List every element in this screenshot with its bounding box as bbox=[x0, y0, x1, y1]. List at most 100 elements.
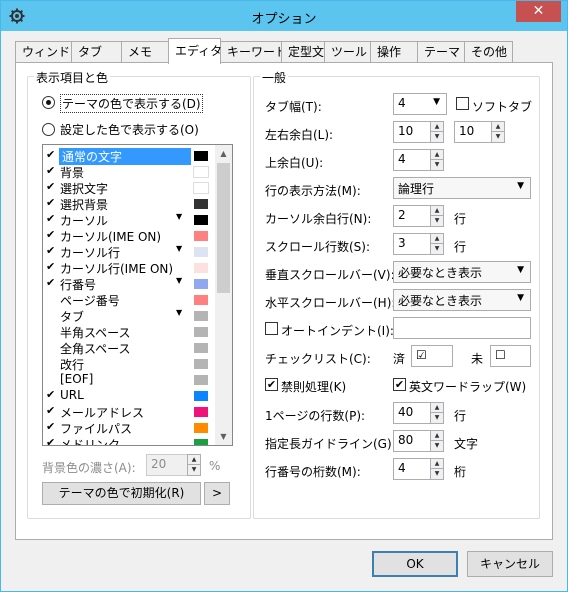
checkmark-icon[interactable]: ✔ bbox=[46, 180, 55, 193]
right-margin-spinner[interactable]: ▲ ▼ bbox=[491, 121, 505, 143]
color-swatch[interactable] bbox=[193, 182, 209, 194]
left-margin-input[interactable]: 10 bbox=[393, 121, 431, 143]
reset-theme-color-button[interactable]: テーマの色で初期化(R) bbox=[42, 482, 201, 505]
title-bar[interactable]: オプション ✕ bbox=[1, 1, 567, 31]
checkmark-icon[interactable]: ✔ bbox=[46, 420, 55, 433]
list-item[interactable]: ✔ カーソル ▼ bbox=[43, 212, 215, 228]
color-swatch[interactable] bbox=[193, 374, 209, 386]
scroll-lines-input[interactable]: 3 bbox=[393, 233, 431, 255]
list-scrollbar[interactable]: ▲ ▼ bbox=[215, 145, 232, 445]
scroll-lines-spinner[interactable]: ▲ ▼ bbox=[430, 233, 444, 255]
list-item[interactable]: ✔ メールアドレス bbox=[43, 404, 215, 420]
custom-color-radio[interactable] bbox=[42, 123, 55, 136]
list-item[interactable]: ✔ 通常の文字 bbox=[43, 148, 215, 165]
bg-density-spinner[interactable]: ▲ ▼ bbox=[187, 454, 201, 476]
scroll-up-icon[interactable]: ▲ bbox=[215, 145, 232, 162]
tab-width-select[interactable]: 4 ▼ bbox=[393, 93, 447, 115]
tab-tab[interactable]: タブ bbox=[71, 41, 122, 63]
color-swatch[interactable] bbox=[193, 214, 209, 226]
list-item[interactable]: ✔ 背景 bbox=[43, 164, 215, 180]
wordwrap-checkbox[interactable]: ✔ bbox=[393, 378, 406, 391]
color-swatch[interactable] bbox=[193, 278, 209, 290]
lineno-digits-input[interactable]: 4 bbox=[393, 458, 431, 480]
list-item[interactable]: 改行 bbox=[43, 356, 215, 372]
top-margin-input[interactable]: 4 bbox=[393, 149, 431, 171]
page-lines-input[interactable]: 40 bbox=[393, 402, 431, 424]
list-item[interactable]: ✔ カーソル(IME ON) bbox=[43, 228, 215, 244]
tab-other[interactable]: その他 bbox=[464, 41, 513, 63]
color-swatch[interactable] bbox=[193, 262, 209, 274]
tab-window[interactable]: ウィンドウ bbox=[15, 41, 82, 63]
list-item[interactable]: ページ番号 bbox=[43, 292, 215, 308]
list-item[interactable]: 全角スペース bbox=[43, 340, 215, 356]
checkmark-icon[interactable]: ✔ bbox=[46, 276, 55, 289]
checkmark-icon[interactable]: ✔ bbox=[46, 388, 55, 401]
more-button[interactable]: > bbox=[204, 482, 230, 505]
close-button[interactable]: ✕ bbox=[516, 1, 561, 22]
theme-color-radio-label[interactable]: テーマの色で表示する(D) bbox=[60, 94, 203, 113]
list-item[interactable]: ✔ カーソル行(IME ON) bbox=[43, 260, 215, 276]
color-swatch[interactable] bbox=[193, 246, 209, 258]
line-display-select[interactable]: 論理行 ▼ bbox=[393, 177, 531, 199]
cursor-margin-input[interactable]: 2 bbox=[393, 205, 431, 227]
color-swatch[interactable] bbox=[193, 198, 209, 210]
color-swatch[interactable] bbox=[193, 358, 209, 370]
list-item[interactable]: タブ ▼ bbox=[43, 308, 215, 324]
list-item[interactable]: ✔ 行番号 ▼ bbox=[43, 276, 215, 292]
scroll-thumb[interactable] bbox=[217, 163, 230, 293]
color-swatch[interactable] bbox=[193, 326, 209, 338]
custom-color-radio-label[interactable]: 設定した色で表示する(O) bbox=[60, 121, 199, 138]
tab-editor[interactable]: エディタ bbox=[168, 38, 222, 64]
guide-spinner[interactable]: ▲ ▼ bbox=[430, 430, 444, 452]
auto-indent-input[interactable] bbox=[393, 317, 531, 339]
color-swatch[interactable] bbox=[193, 150, 209, 162]
list-item[interactable]: ✔ カーソル行 ▼ bbox=[43, 244, 215, 260]
checkmark-icon[interactable]: ✔ bbox=[46, 260, 55, 273]
hscroll-select[interactable]: 必要なとき表示 ▼ bbox=[393, 289, 531, 311]
checkmark-icon[interactable]: ✔ bbox=[46, 164, 55, 177]
color-swatch[interactable] bbox=[193, 438, 209, 445]
scroll-down-icon[interactable]: ▼ bbox=[215, 428, 232, 445]
left-margin-spinner[interactable]: ▲ ▼ bbox=[430, 121, 444, 143]
dropdown-arrow-icon[interactable]: ▼ bbox=[176, 212, 182, 221]
checkmark-icon[interactable]: ✔ bbox=[46, 436, 55, 445]
color-swatch[interactable] bbox=[193, 422, 209, 434]
ok-button[interactable]: OK bbox=[372, 551, 458, 577]
checklist-todo-input[interactable]: ☐ bbox=[490, 345, 531, 367]
page-lines-spinner[interactable]: ▲ ▼ bbox=[430, 402, 444, 424]
checkmark-icon[interactable]: ✔ bbox=[46, 196, 55, 209]
color-swatch[interactable] bbox=[193, 166, 209, 178]
tab-operation[interactable]: 操作 bbox=[370, 41, 418, 63]
guide-input[interactable]: 80 bbox=[393, 430, 431, 452]
right-margin-input[interactable]: 10 bbox=[454, 121, 492, 143]
checkmark-icon[interactable]: ✔ bbox=[46, 148, 55, 161]
bg-density-input[interactable]: 20 bbox=[146, 454, 188, 476]
color-swatch[interactable] bbox=[193, 230, 209, 242]
tab-memo[interactable]: メモ bbox=[121, 41, 169, 63]
kinsoku-checkbox[interactable]: ✔ bbox=[265, 378, 278, 391]
checkmark-icon[interactable]: ✔ bbox=[46, 228, 55, 241]
checklist-done-input[interactable]: ☑ bbox=[411, 345, 453, 367]
lineno-digits-spinner[interactable]: ▲ ▼ bbox=[430, 458, 444, 480]
tab-keyword[interactable]: キーワード bbox=[220, 41, 287, 63]
dropdown-arrow-icon[interactable]: ▼ bbox=[176, 276, 182, 285]
tab-template[interactable]: 定型文 bbox=[281, 41, 325, 63]
list-item[interactable]: ✔ URL bbox=[43, 388, 215, 404]
color-swatch[interactable] bbox=[193, 310, 209, 322]
checkmark-icon[interactable]: ✔ bbox=[46, 244, 55, 257]
list-item[interactable]: [EOF] bbox=[43, 372, 215, 388]
checkmark-icon[interactable]: ✔ bbox=[46, 404, 55, 417]
display-items-list[interactable]: ✔ 通常の文字 ✔ 背景 ✔ 選択文字 ✔ 選択背景 ✔ カーソル ▼ ✔ カーソル(IME ON) ✔ カ… bbox=[42, 144, 233, 446]
top-margin-spinner[interactable]: ▲ ▼ bbox=[430, 149, 444, 171]
auto-indent-checkbox[interactable] bbox=[265, 322, 278, 335]
dropdown-arrow-icon[interactable]: ▼ bbox=[176, 308, 182, 317]
tab-tool[interactable]: ツール bbox=[324, 41, 371, 63]
list-item[interactable]: ✔ ファイルパス bbox=[43, 420, 215, 436]
vscroll-select[interactable]: 必要なとき表示 ▼ bbox=[393, 261, 531, 283]
cursor-margin-spinner[interactable]: ▲ ▼ bbox=[430, 205, 444, 227]
dropdown-arrow-icon[interactable]: ▼ bbox=[176, 244, 182, 253]
list-item[interactable]: ✔ 選択背景 bbox=[43, 196, 215, 212]
color-swatch[interactable] bbox=[193, 294, 209, 306]
color-swatch[interactable] bbox=[193, 390, 209, 402]
list-item[interactable]: ✔ メドリンク bbox=[43, 436, 215, 445]
